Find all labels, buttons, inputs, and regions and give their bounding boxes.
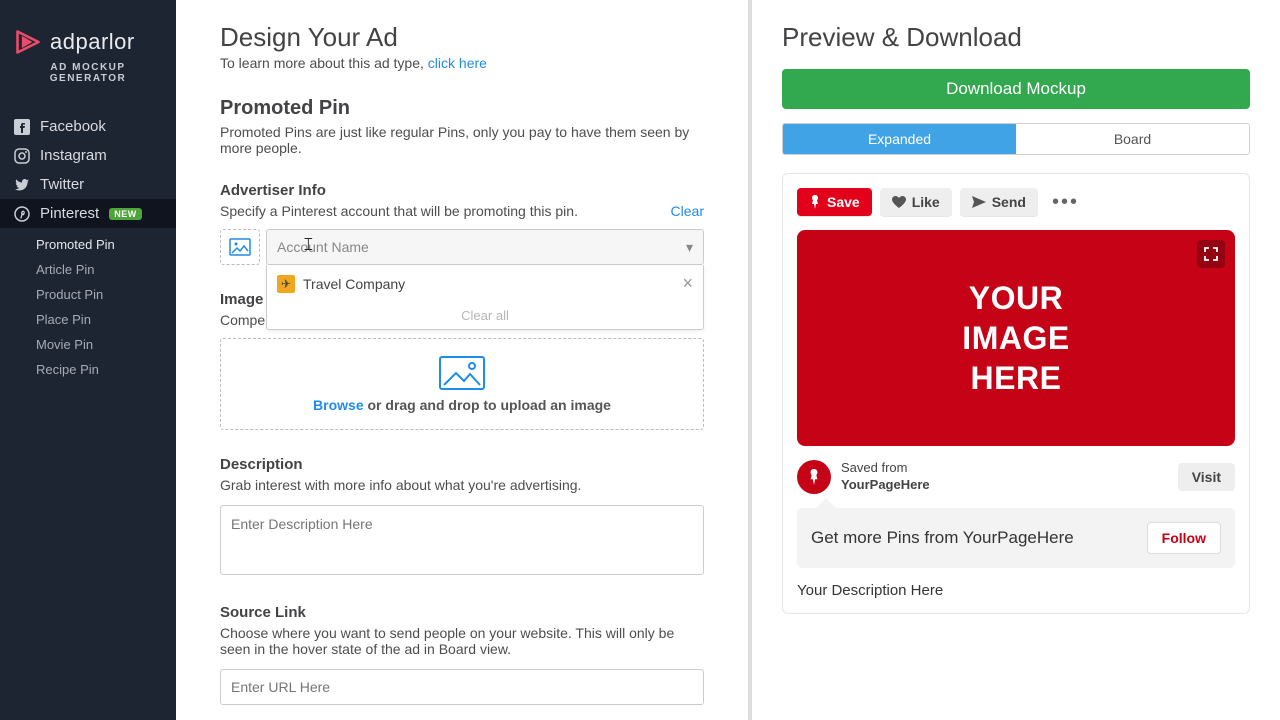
image-icon <box>229 238 251 256</box>
description-input[interactable] <box>220 505 704 575</box>
nav-instagram[interactable]: Instagram <box>0 141 176 170</box>
pin-action-bar: Save Like Send ••• <box>797 188 1235 216</box>
preview-image-placeholder: YOUR IMAGE HERE <box>962 278 1069 398</box>
brand-logo: adparlor AD MOCKUP GENERATOR <box>0 18 176 90</box>
view-expanded-tab[interactable]: Expanded <box>783 124 1016 154</box>
brand-name: adparlor <box>50 29 135 55</box>
learn-more: To learn more about this ad type, click … <box>220 55 704 71</box>
dropdown-clear-all[interactable]: Clear all <box>267 302 703 329</box>
form-panel: Design Your Ad To learn more about this … <box>176 0 752 720</box>
account-option-travel[interactable]: ✈ Travel Company × <box>267 265 703 302</box>
subnav-product-pin[interactable]: Product Pin <box>36 282 176 307</box>
nav-pinterest[interactable]: Pinterest NEW <box>0 199 176 228</box>
subnav-place-pin[interactable]: Place Pin <box>36 307 176 332</box>
nav-facebook[interactable]: Facebook <box>0 112 176 141</box>
description-heading: Description <box>220 456 704 473</box>
get-more-pins-row: Get more Pins from YourPageHere Follow <box>797 508 1235 568</box>
advertiser-clear-link[interactable]: Clear <box>671 203 704 219</box>
promoted-pin-desc: Promoted Pins are just like regular Pins… <box>220 124 690 156</box>
source-hint: Choose where you want to send people on … <box>220 625 704 657</box>
page-name: YourPageHere <box>841 477 930 492</box>
like-button[interactable]: Like <box>880 188 952 216</box>
image-placeholder-icon <box>438 355 486 391</box>
preview-image: YOUR IMAGE HERE <box>797 230 1235 446</box>
preview-card: Save Like Send ••• YOUR IMAGE HERE <box>782 173 1250 614</box>
pinterest-subnav: Promoted Pin Article Pin Product Pin Pla… <box>0 228 176 386</box>
nav-twitter[interactable]: Twitter <box>0 170 176 199</box>
source-url-input[interactable] <box>220 669 704 705</box>
subnav-article-pin[interactable]: Article Pin <box>36 257 176 282</box>
description-hint: Grab interest with more info about what … <box>220 477 704 493</box>
preview-panel: Preview & Download Download Mockup Expan… <box>752 0 1280 720</box>
airplane-icon: ✈ <box>277 275 295 293</box>
brand-subtitle: AD MOCKUP GENERATOR <box>14 62 162 84</box>
more-menu-icon[interactable]: ••• <box>1046 191 1085 214</box>
send-icon <box>972 196 986 208</box>
new-badge: NEW <box>109 208 142 220</box>
download-mockup-button[interactable]: Download Mockup <box>782 69 1250 109</box>
get-more-text: Get more Pins from YourPageHere <box>811 528 1074 548</box>
play-logo-icon <box>14 28 42 56</box>
view-toggle: Expanded Board <box>782 123 1250 155</box>
nav-label: Pinterest <box>40 205 99 222</box>
image-upload-dropzone[interactable]: Browse or drag and drop to upload an ima… <box>220 338 704 430</box>
page-title: Design Your Ad <box>220 22 704 53</box>
pinterest-icon <box>14 206 30 222</box>
account-image-upload[interactable] <box>220 229 260 265</box>
chevron-down-icon: ▾ <box>686 239 693 256</box>
primary-nav: Facebook Instagram Twitter Pinterest NEW… <box>0 112 176 386</box>
sidebar: adparlor AD MOCKUP GENERATOR Facebook In… <box>0 0 176 720</box>
nav-label: Twitter <box>40 176 84 193</box>
nav-label: Facebook <box>40 118 106 135</box>
heart-icon <box>892 196 906 208</box>
account-dropdown: ✈ Travel Company × Clear all <box>266 265 704 330</box>
browse-link[interactable]: Browse <box>313 397 364 413</box>
avatar <box>797 460 831 494</box>
promoted-pin-heading: Promoted Pin <box>220 97 704 120</box>
subnav-movie-pin[interactable]: Movie Pin <box>36 332 176 357</box>
account-name-select[interactable]: Account Name 𝙸 ▾ <box>266 229 704 265</box>
view-board-tab[interactable]: Board <box>1016 124 1249 154</box>
send-button[interactable]: Send <box>960 188 1038 216</box>
advertiser-heading: Advertiser Info <box>220 182 326 199</box>
remove-option-icon[interactable]: × <box>682 273 693 294</box>
save-button[interactable]: Save <box>797 188 872 216</box>
subnav-recipe-pin[interactable]: Recipe Pin <box>36 357 176 382</box>
nav-label: Instagram <box>40 147 107 164</box>
advertiser-hint: Specify a Pinterest account that will be… <box>220 203 578 219</box>
instagram-icon <box>14 148 30 164</box>
saved-from-row: Saved from YourPageHere Visit <box>797 460 1235 494</box>
select-placeholder: Account Name <box>277 239 369 255</box>
twitter-icon <box>14 177 30 193</box>
source-heading: Source Link <box>220 604 704 621</box>
facebook-icon <box>14 119 30 135</box>
pin-icon <box>809 195 821 209</box>
expand-icon[interactable] <box>1197 240 1225 268</box>
subnav-promoted-pin[interactable]: Promoted Pin <box>36 232 176 257</box>
preview-description: Your Description Here <box>797 582 1235 599</box>
saved-from-text: Saved from YourPageHere <box>841 460 930 494</box>
upload-text: Browse or drag and drop to upload an ima… <box>313 397 611 413</box>
account-option-label: Travel Company <box>303 276 405 292</box>
preview-title: Preview & Download <box>782 22 1250 53</box>
follow-button[interactable]: Follow <box>1147 522 1221 554</box>
visit-button[interactable]: Visit <box>1178 463 1235 491</box>
learn-more-link[interactable]: click here <box>428 55 487 71</box>
